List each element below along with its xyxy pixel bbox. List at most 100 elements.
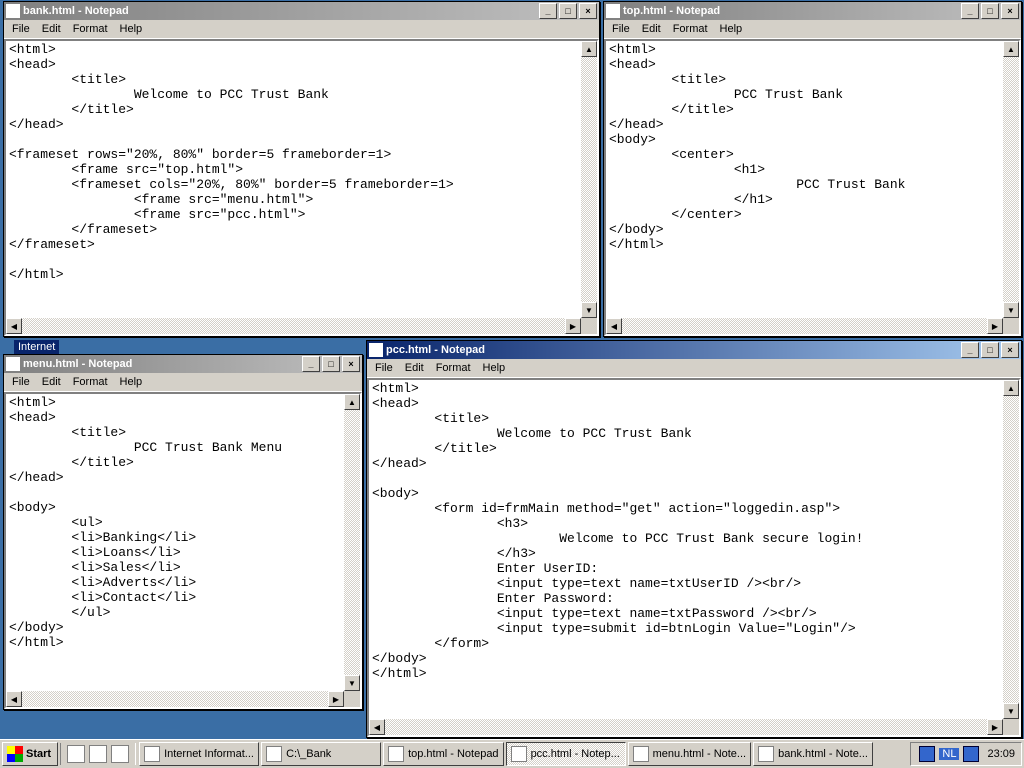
- client-area: <html> <head> <title> PCC Trust Bank </t…: [604, 39, 1021, 336]
- text-area[interactable]: <html> <head> <title> Welcome to PCC Tru…: [6, 41, 581, 318]
- document-content: <html> <head> <title> Welcome to PCC Tru…: [6, 41, 581, 283]
- close-button[interactable]: ×: [342, 356, 360, 372]
- text-area[interactable]: <html> <head> <title> Welcome to PCC Tru…: [369, 380, 1003, 719]
- titlebar-bank[interactable]: ✎ bank.html - Notepad _ □ ×: [4, 2, 599, 20]
- menubar: File Edit Format Help: [4, 20, 599, 39]
- scroll-down-icon[interactable]: ▼: [344, 675, 360, 691]
- windows-logo-icon: [7, 746, 23, 762]
- app-icon: [388, 746, 404, 762]
- menu-help[interactable]: Help: [714, 22, 749, 36]
- scroll-left-icon[interactable]: ◀: [369, 719, 385, 735]
- scroll-up-icon[interactable]: ▲: [1003, 41, 1019, 57]
- menu-help[interactable]: Help: [114, 22, 149, 36]
- scrollbar-vertical[interactable]: ▲▼: [581, 41, 597, 318]
- menu-edit[interactable]: Edit: [36, 375, 67, 389]
- scrollbar-vertical[interactable]: ▲▼: [1003, 380, 1019, 719]
- quicklaunch-outlook-icon[interactable]: [111, 745, 129, 763]
- scroll-up-icon[interactable]: ▲: [1003, 380, 1019, 396]
- minimize-button[interactable]: _: [961, 342, 979, 358]
- client-area: <html> <head> <title> Welcome to PCC Tru…: [367, 378, 1021, 737]
- language-indicator[interactable]: NL: [939, 748, 959, 760]
- taskbar-item-label: Internet Informat...: [164, 748, 254, 760]
- resize-grip[interactable]: [1003, 318, 1019, 334]
- taskbar-item-label: pcc.html - Notep...: [531, 748, 620, 760]
- title-text: bank.html - Notepad: [23, 5, 537, 17]
- notepad-icon: ✎: [6, 4, 20, 18]
- scrollbar-vertical[interactable]: ▲▼: [344, 394, 360, 691]
- menu-file[interactable]: File: [6, 375, 36, 389]
- close-button[interactable]: ×: [579, 3, 597, 19]
- menu-format[interactable]: Format: [67, 375, 114, 389]
- quicklaunch-ie-icon[interactable]: [89, 745, 107, 763]
- scroll-right-icon[interactable]: ▶: [987, 719, 1003, 735]
- resize-grip[interactable]: [344, 691, 360, 707]
- taskbar-item[interactable]: bank.html - Note...: [753, 742, 873, 766]
- desktop: Internet ✎ bank.html - Notepad _ □ × Fil…: [0, 0, 1024, 768]
- resize-grip[interactable]: [581, 318, 597, 334]
- scroll-left-icon[interactable]: ◀: [6, 318, 22, 334]
- maximize-button[interactable]: □: [981, 3, 999, 19]
- scroll-up-icon[interactable]: ▲: [581, 41, 597, 57]
- text-area[interactable]: <html> <head> <title> PCC Trust Bank </t…: [606, 41, 1003, 318]
- menu-edit[interactable]: Edit: [36, 22, 67, 36]
- close-button[interactable]: ×: [1001, 342, 1019, 358]
- taskbar-item[interactable]: Internet Informat...: [139, 742, 259, 766]
- notepad-icon: ✎: [6, 357, 20, 371]
- scrollbar-horizontal[interactable]: ◀▶: [369, 719, 1003, 735]
- menu-format[interactable]: Format: [667, 22, 714, 36]
- menu-format[interactable]: Format: [430, 361, 477, 375]
- app-icon: [511, 746, 527, 762]
- menu-file[interactable]: File: [6, 22, 36, 36]
- scroll-down-icon[interactable]: ▼: [1003, 703, 1019, 719]
- quick-launch: [60, 743, 136, 765]
- menu-file[interactable]: File: [606, 22, 636, 36]
- titlebar-menu[interactable]: ✎ menu.html - Notepad _ □ ×: [4, 355, 362, 373]
- scroll-down-icon[interactable]: ▼: [581, 302, 597, 318]
- notepad-icon: ✎: [369, 343, 383, 357]
- menubar: File Edit Format Help: [367, 359, 1021, 378]
- taskbar-item-label: top.html - Notepad: [408, 748, 499, 760]
- resize-grip[interactable]: [1003, 719, 1019, 735]
- taskbar-item[interactable]: pcc.html - Notep...: [506, 742, 626, 766]
- taskbar-item[interactable]: menu.html - Note...: [628, 742, 752, 766]
- menu-help[interactable]: Help: [477, 361, 512, 375]
- scroll-right-icon[interactable]: ▶: [328, 691, 344, 707]
- scrollbar-vertical[interactable]: ▲▼: [1003, 41, 1019, 318]
- maximize-button[interactable]: □: [981, 342, 999, 358]
- menu-edit[interactable]: Edit: [399, 361, 430, 375]
- clock[interactable]: 23:09: [987, 748, 1015, 760]
- scrollbar-horizontal[interactable]: ◀▶: [6, 318, 581, 334]
- background-window-caption: Internet: [14, 340, 59, 354]
- scrollbar-horizontal[interactable]: ◀▶: [606, 318, 1003, 334]
- taskbar-item[interactable]: top.html - Notepad: [383, 742, 504, 766]
- taskbar-item[interactable]: C:\_Bank: [261, 742, 381, 766]
- scroll-right-icon[interactable]: ▶: [987, 318, 1003, 334]
- title-text: top.html - Notepad: [623, 5, 959, 17]
- menu-edit[interactable]: Edit: [636, 22, 667, 36]
- menu-format[interactable]: Format: [67, 22, 114, 36]
- scrollbar-horizontal[interactable]: ◀▶: [6, 691, 344, 707]
- minimize-button[interactable]: _: [539, 3, 557, 19]
- minimize-button[interactable]: _: [302, 356, 320, 372]
- maximize-button[interactable]: □: [322, 356, 340, 372]
- titlebar-top[interactable]: ✎ top.html - Notepad _ □ ×: [604, 2, 1021, 20]
- scroll-left-icon[interactable]: ◀: [606, 318, 622, 334]
- titlebar-pcc[interactable]: ✎ pcc.html - Notepad _ □ ×: [367, 341, 1021, 359]
- menu-help[interactable]: Help: [114, 375, 149, 389]
- scroll-left-icon[interactable]: ◀: [6, 691, 22, 707]
- text-area[interactable]: <html> <head> <title> PCC Trust Bank Men…: [6, 394, 344, 691]
- minimize-button[interactable]: _: [961, 3, 979, 19]
- quicklaunch-desktop-icon[interactable]: [67, 745, 85, 763]
- scroll-down-icon[interactable]: ▼: [1003, 302, 1019, 318]
- close-button[interactable]: ×: [1001, 3, 1019, 19]
- tray-volume-icon[interactable]: [963, 746, 979, 762]
- scroll-up-icon[interactable]: ▲: [344, 394, 360, 410]
- tray-icon[interactable]: [919, 746, 935, 762]
- maximize-button[interactable]: □: [559, 3, 577, 19]
- start-button[interactable]: Start: [2, 742, 58, 766]
- window-bank: ✎ bank.html - Notepad _ □ × File Edit Fo…: [3, 1, 600, 337]
- scroll-right-icon[interactable]: ▶: [565, 318, 581, 334]
- menubar: File Edit Format Help: [604, 20, 1021, 39]
- menu-file[interactable]: File: [369, 361, 399, 375]
- document-content: <html> <head> <title> PCC Trust Bank Men…: [6, 394, 344, 651]
